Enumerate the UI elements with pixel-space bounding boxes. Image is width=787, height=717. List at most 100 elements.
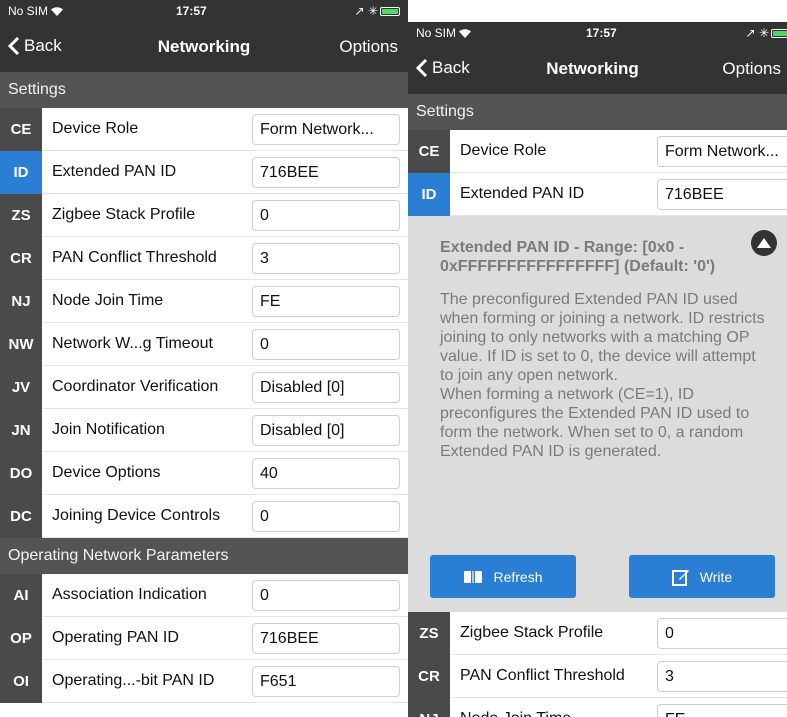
battery-icon <box>380 7 400 16</box>
command-badge: AI <box>0 573 42 617</box>
carrier-label: No SIM <box>8 4 64 18</box>
nav-bar: Back Networking Options <box>0 22 408 72</box>
setting-value-field[interactable]: 0 <box>252 500 400 532</box>
setting-row[interactable]: AI Association Indication 0 <box>0 573 408 617</box>
setting-value-field[interactable]: 0 <box>252 579 400 611</box>
right-screen: No SIM 17:57 ↗ ✳ Back Networking Options… <box>408 22 787 717</box>
wifi-icon <box>459 29 472 38</box>
setting-row[interactable]: ID Extended PAN ID 716BEE <box>0 150 408 194</box>
battery-icon <box>771 29 787 38</box>
write-button[interactable]: Write <box>629 555 775 598</box>
setting-value-field[interactable]: 716BEE <box>657 178 787 210</box>
carrier-label: No SIM <box>416 26 472 40</box>
setting-row[interactable]: NJ Node Join Time FE <box>408 697 787 717</box>
setting-value-field[interactable]: 3 <box>657 660 787 692</box>
setting-label: Extended PAN ID <box>460 185 585 202</box>
setting-row[interactable]: CE Device Role Form Network... <box>408 129 787 173</box>
bluetooth-icon: ✳ <box>367 4 378 18</box>
status-icons: ↗ ✳ <box>746 26 787 40</box>
left-screen: No SIM 17:57 ↗ ✳ Back Networking Options… <box>0 0 408 717</box>
location-icon: ↗ <box>745 26 756 40</box>
setting-row[interactable]: OI Operating...-bit PAN ID F651 <box>0 659 408 703</box>
setting-label: Network W...g Timeout <box>52 335 213 352</box>
setting-label: Operating...-bit PAN ID <box>52 672 215 689</box>
setting-label: Joining Device Controls <box>52 507 221 524</box>
setting-value-field[interactable]: FE <box>252 285 400 317</box>
setting-value-field[interactable]: Form Network... <box>252 113 400 145</box>
setting-label: Operating PAN ID <box>52 629 179 646</box>
command-badge: NJ <box>0 279 42 323</box>
setting-label: Coordinator Verification <box>52 378 219 395</box>
setting-row[interactable]: NJ Node Join Time FE <box>0 279 408 323</box>
setting-label: Extended PAN ID <box>52 163 177 180</box>
setting-value-field[interactable]: 0 <box>252 328 400 360</box>
setting-value-field[interactable]: FE <box>657 703 787 717</box>
command-badge: CE <box>408 129 450 173</box>
setting-label: Node Join Time <box>450 710 657 717</box>
settings-list: Settings CE Device Role Form Network... … <box>0 72 408 703</box>
setting-label: PAN Conflict Threshold <box>52 249 217 266</box>
setting-value-field[interactable]: 3 <box>252 242 400 274</box>
setting-label: Zigbee Stack Profile <box>460 624 604 641</box>
status-icons: ↗ ✳ <box>355 4 400 18</box>
command-badge: OI <box>0 659 42 703</box>
setting-label: Node Join Time <box>52 292 164 309</box>
clock: 17:57 <box>176 4 207 18</box>
info-panel: Extended PAN ID - Range: [0x0 - 0xFFFFFF… <box>408 216 787 612</box>
setting-label: PAN Conflict Threshold <box>460 667 625 684</box>
refresh-button[interactable]: Refresh <box>430 555 576 598</box>
setting-label: Join Notification <box>52 421 165 438</box>
command-badge: CR <box>0 236 42 280</box>
setting-row[interactable]: NW Network W...g Timeout 0 <box>0 322 408 366</box>
setting-value-field[interactable]: 716BEE <box>252 622 400 654</box>
clock: 17:57 <box>586 26 617 40</box>
setting-value-field[interactable]: F651 <box>252 665 400 697</box>
info-description: The preconfigured Extended PAN ID used w… <box>440 291 765 460</box>
setting-value-field[interactable]: 40 <box>252 457 400 489</box>
status-bar: No SIM 17:57 ↗ ✳ <box>408 22 787 44</box>
status-bar: No SIM 17:57 ↗ ✳ <box>0 0 408 22</box>
collapse-button[interactable] <box>751 230 777 256</box>
setting-row[interactable]: ID Extended PAN ID 716BEE <box>408 172 787 216</box>
setting-value-field[interactable]: 0 <box>657 617 787 649</box>
command-badge: DC <box>0 494 42 538</box>
setting-label: Device Role <box>52 120 139 137</box>
settings-list-top: CE Device Role Form Network... ID Extend… <box>408 129 787 216</box>
action-buttons: Refresh Write <box>408 555 787 598</box>
setting-row[interactable]: ZS Zigbee Stack Profile 0 <box>0 193 408 237</box>
setting-row[interactable]: JN Join Notification Disabled [0] <box>0 408 408 452</box>
setting-value-field[interactable]: 716BEE <box>252 156 400 188</box>
setting-row[interactable]: CE Device Role Form Network... <box>0 107 408 151</box>
setting-value-field[interactable]: Disabled [0] <box>252 371 400 403</box>
setting-value-field[interactable]: 0 <box>252 199 400 231</box>
command-badge: ID <box>408 172 450 216</box>
command-badge: OP <box>0 616 42 660</box>
options-button[interactable]: Options <box>722 59 781 79</box>
setting-row[interactable]: CR PAN Conflict Threshold 3 <box>408 654 787 698</box>
location-icon: ↗ <box>354 4 365 18</box>
settings-list-bottom: ZS Zigbee Stack Profile 0 CR PAN Conflic… <box>408 611 787 717</box>
command-badge: DO <box>0 451 42 495</box>
setting-row[interactable]: CR PAN Conflict Threshold 3 <box>0 236 408 280</box>
options-button[interactable]: Options <box>339 37 398 57</box>
setting-value-field[interactable]: Disabled [0] <box>252 414 400 446</box>
book-icon <box>464 570 483 583</box>
setting-row[interactable]: JV Coordinator Verification Disabled [0] <box>0 365 408 409</box>
command-badge: NJ <box>408 697 450 717</box>
nav-bar: Back Networking Options <box>408 44 787 94</box>
setting-row[interactable]: DC Joining Device Controls 0 <box>0 494 408 538</box>
setting-label: Device Role <box>460 142 547 159</box>
section-header: Settings <box>408 94 787 130</box>
setting-row[interactable]: ZS Zigbee Stack Profile 0 <box>408 611 787 655</box>
command-badge: CE <box>0 107 42 151</box>
setting-value-field[interactable]: Form Network... <box>657 135 787 167</box>
command-badge: ZS <box>0 193 42 237</box>
bluetooth-icon: ✳ <box>758 26 769 40</box>
setting-label: Device Options <box>52 464 161 481</box>
command-badge: ZS <box>408 611 450 655</box>
command-badge: JN <box>0 408 42 452</box>
setting-label: Association Indication <box>52 586 207 603</box>
edit-icon <box>671 569 689 586</box>
setting-row[interactable]: OP Operating PAN ID 716BEE <box>0 616 408 660</box>
setting-row[interactable]: DO Device Options 40 <box>0 451 408 495</box>
